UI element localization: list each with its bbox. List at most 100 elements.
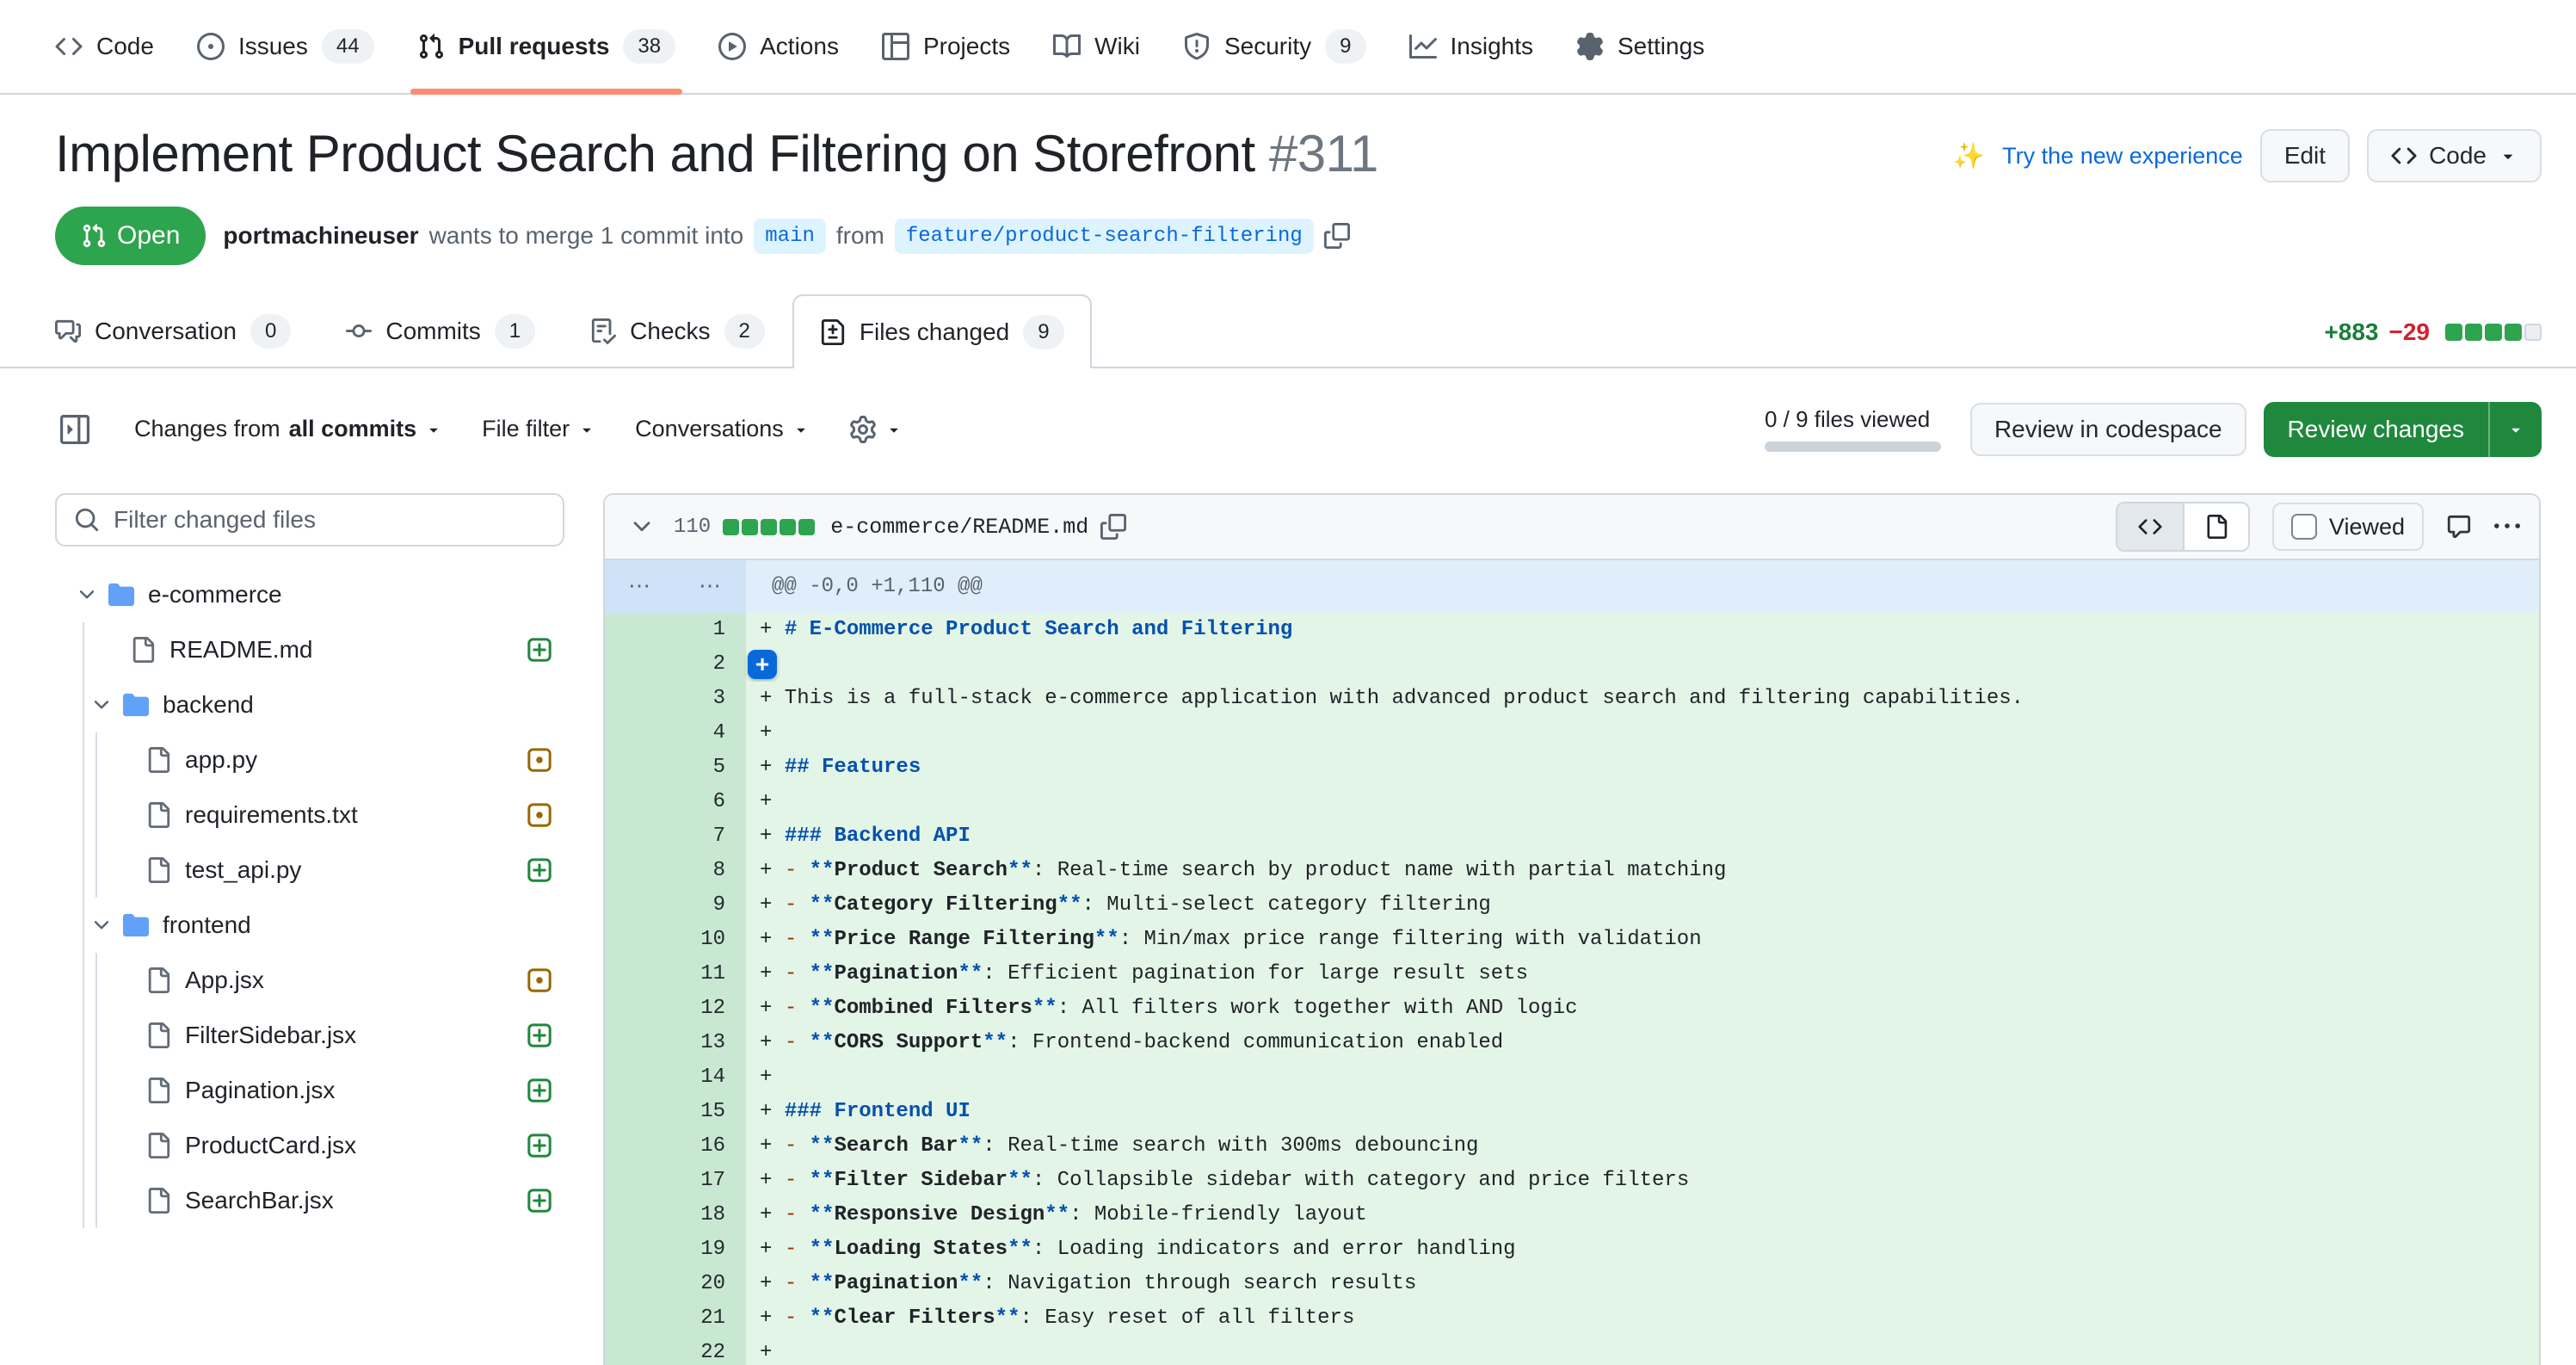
line-number[interactable]: 1 bbox=[605, 613, 746, 647]
line-content[interactable]: + bbox=[746, 785, 2539, 819]
line-number[interactable]: 12 bbox=[605, 991, 746, 1026]
line-number[interactable]: 7 bbox=[605, 819, 746, 854]
line-content[interactable]: + - **Product Search**: Real-time search… bbox=[746, 854, 2539, 888]
line-number[interactable]: 11 bbox=[605, 957, 746, 991]
diff-settings-dropdown[interactable] bbox=[849, 416, 903, 443]
copy-icon bbox=[1100, 514, 1126, 540]
file-icon bbox=[145, 1188, 171, 1214]
nav-item-pull-requests[interactable]: Pull requests38 bbox=[402, 0, 692, 93]
line-number[interactable]: 3 bbox=[605, 682, 746, 716]
diff-line-5: 5+ ## Features bbox=[605, 750, 2539, 785]
pr-author[interactable]: portmachineuser bbox=[223, 222, 418, 250]
tab-conversation[interactable]: Conversation0 bbox=[28, 294, 318, 367]
nav-item-issues[interactable]: Issues44 bbox=[182, 0, 390, 93]
copy-branch-button[interactable] bbox=[1324, 223, 1350, 249]
tree-item-filtersidebar-jsx[interactable]: FilterSidebar.jsx bbox=[55, 1008, 564, 1063]
base-branch-label[interactable]: main bbox=[754, 219, 826, 254]
nav-item-label: Security bbox=[1224, 33, 1311, 60]
review-in-codespace-button[interactable]: Review in codespace bbox=[1970, 403, 2246, 456]
line-content[interactable]: + - **Combined Filters**: All filters wo… bbox=[746, 991, 2539, 1026]
tree-item-readme-md[interactable]: README.md bbox=[55, 622, 564, 677]
nav-item-security[interactable]: Security9 bbox=[1168, 0, 1382, 93]
tree-item-app-jsx[interactable]: App.jsx bbox=[55, 953, 564, 1008]
tree-item-requirements-txt[interactable]: requirements.txt bbox=[55, 788, 564, 843]
tree-item-productcard-jsx[interactable]: ProductCard.jsx bbox=[55, 1118, 564, 1173]
line-content[interactable]: + - **CORS Support**: Frontend-backend c… bbox=[746, 1026, 2539, 1060]
line-content[interactable]: + bbox=[746, 647, 2539, 682]
changes-from-dropdown[interactable]: Changes from all commits bbox=[134, 416, 442, 442]
filter-changed-files-input[interactable] bbox=[114, 506, 563, 534]
diffstat-block-added bbox=[2485, 324, 2502, 341]
collapse-file-tree-button[interactable] bbox=[55, 410, 95, 449]
add-comment-button[interactable]: + bbox=[748, 650, 777, 679]
line-content[interactable]: + bbox=[746, 1060, 2539, 1095]
nav-item-projects[interactable]: Projects bbox=[866, 0, 1026, 93]
line-content[interactable]: + ### Frontend UI bbox=[746, 1095, 2539, 1129]
viewed-toggle-button[interactable]: Viewed bbox=[2272, 503, 2424, 551]
line-content[interactable]: + - **Filter Sidebar**: Collapsible side… bbox=[746, 1164, 2539, 1198]
collapse-diff-button[interactable] bbox=[624, 509, 660, 545]
line-number[interactable]: 5 bbox=[605, 750, 746, 785]
line-number[interactable]: 16 bbox=[605, 1129, 746, 1164]
line-number[interactable]: 19 bbox=[605, 1232, 746, 1267]
tab-files-changed[interactable]: Files changed9 bbox=[792, 294, 1092, 368]
line-number[interactable]: 14 bbox=[605, 1060, 746, 1095]
line-content[interactable]: + ### Backend API bbox=[746, 819, 2539, 854]
file-path[interactable]: e-commerce/README.md bbox=[830, 515, 1088, 540]
line-number[interactable]: 4 bbox=[605, 716, 746, 750]
line-number[interactable]: 10 bbox=[605, 923, 746, 957]
line-content[interactable]: + - **Category Filtering**: Multi-select… bbox=[746, 888, 2539, 923]
line-number[interactable]: 9 bbox=[605, 888, 746, 923]
review-changes-caret[interactable] bbox=[2488, 402, 2542, 457]
copy-file-path-button[interactable] bbox=[1100, 514, 1126, 540]
nav-item-code[interactable]: Code bbox=[40, 0, 169, 93]
nav-item-wiki[interactable]: Wiki bbox=[1038, 0, 1156, 93]
tree-item-backend[interactable]: backend bbox=[55, 677, 564, 732]
line-number[interactable]: 21 bbox=[605, 1301, 746, 1336]
line-content[interactable]: + - **Clear Filters**: Easy reset of all… bbox=[746, 1301, 2539, 1336]
file-comment-button[interactable] bbox=[2446, 514, 2472, 540]
line-content[interactable]: + This is a full-stack e-commerce applic… bbox=[746, 682, 2539, 716]
line-content[interactable]: + - **Pagination**: Efficient pagination… bbox=[746, 957, 2539, 991]
tree-item-pagination-jsx[interactable]: Pagination.jsx bbox=[55, 1063, 564, 1118]
line-content[interactable]: + bbox=[746, 1336, 2539, 1365]
file-options-button[interactable] bbox=[2494, 514, 2520, 540]
line-content[interactable]: + - **Responsive Design**: Mobile-friend… bbox=[746, 1198, 2539, 1232]
tab-checks[interactable]: Checks2 bbox=[563, 294, 792, 367]
code-button[interactable]: Code bbox=[2367, 129, 2542, 182]
try-new-experience-link[interactable]: Try the new experience bbox=[2002, 143, 2243, 170]
viewed-checkbox[interactable] bbox=[2291, 514, 2317, 540]
review-changes-button[interactable]: Review changes bbox=[2264, 402, 2542, 457]
source-view-button[interactable] bbox=[2117, 503, 2183, 550]
line-number[interactable]: 6 bbox=[605, 785, 746, 819]
line-number[interactable]: 2 bbox=[605, 647, 746, 682]
line-content[interactable]: + - **Pagination**: Navigation through s… bbox=[746, 1267, 2539, 1301]
nav-item-insights[interactable]: Insights bbox=[1394, 0, 1550, 93]
line-number[interactable]: 17 bbox=[605, 1164, 746, 1198]
line-content[interactable]: + - **Loading States**: Loading indicato… bbox=[746, 1232, 2539, 1267]
line-number[interactable]: 13 bbox=[605, 1026, 746, 1060]
line-number[interactable]: 8 bbox=[605, 854, 746, 888]
tree-item-e-commerce[interactable]: e-commerce bbox=[55, 567, 564, 622]
edit-button[interactable]: Edit bbox=[2260, 129, 2350, 182]
head-branch-label[interactable]: feature/product-search-filtering bbox=[895, 219, 1314, 254]
tab-commits[interactable]: Commits1 bbox=[318, 294, 563, 367]
line-content[interactable]: + ## Features bbox=[746, 750, 2539, 785]
line-number[interactable]: 20 bbox=[605, 1267, 746, 1301]
rich-view-button[interactable] bbox=[2183, 503, 2248, 550]
line-content[interactable]: + - **Search Bar**: Real-time search wit… bbox=[746, 1129, 2539, 1164]
line-content[interactable]: + - **Price Range Filtering**: Min/max p… bbox=[746, 923, 2539, 957]
line-content[interactable]: + # E-Commerce Product Search and Filter… bbox=[746, 613, 2539, 647]
tree-item-frontend[interactable]: frontend bbox=[55, 898, 564, 953]
nav-item-actions[interactable]: Actions bbox=[703, 0, 854, 93]
tree-item-test-api-py[interactable]: test_api.py bbox=[55, 843, 564, 898]
conversations-dropdown[interactable]: Conversations bbox=[635, 416, 810, 442]
line-number[interactable]: 22 bbox=[605, 1336, 746, 1365]
line-number[interactable]: 15 bbox=[605, 1095, 746, 1129]
nav-item-settings[interactable]: Settings bbox=[1561, 0, 1720, 93]
line-number[interactable]: 18 bbox=[605, 1198, 746, 1232]
tree-item-searchbar-jsx[interactable]: SearchBar.jsx bbox=[55, 1173, 564, 1228]
line-content[interactable]: + bbox=[746, 716, 2539, 750]
tree-item-app-py[interactable]: app.py bbox=[55, 732, 564, 788]
file-filter-dropdown[interactable]: File filter bbox=[482, 416, 595, 442]
